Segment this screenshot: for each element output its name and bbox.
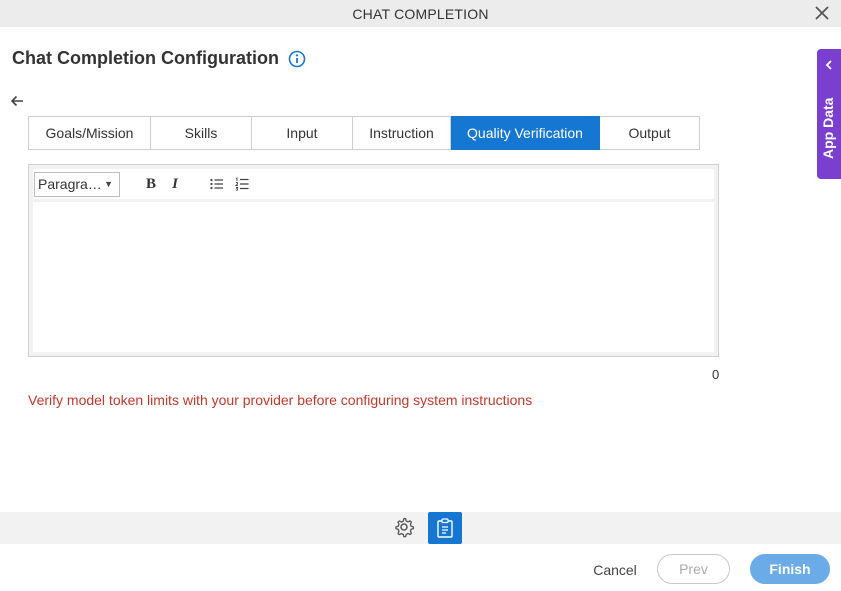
tab-instruction[interactable]: Instruction bbox=[353, 116, 451, 150]
editor-toolbar: Paragra… ▼ B I bbox=[33, 169, 714, 199]
app-data-panel-toggle[interactable]: App Data bbox=[817, 49, 841, 179]
bold-button[interactable]: B bbox=[140, 173, 162, 195]
tab-output[interactable]: Output bbox=[600, 116, 700, 150]
cancel-button[interactable]: Cancel bbox=[588, 560, 642, 580]
format-select-value: Paragra… bbox=[38, 176, 102, 192]
dialog-titlebar: CHAT COMPLETION bbox=[0, 0, 841, 27]
character-count: 0 bbox=[712, 367, 720, 382]
bullet-list-button[interactable] bbox=[206, 173, 228, 195]
caret-down-icon: ▼ bbox=[104, 179, 113, 189]
dialog-title: CHAT COMPLETION bbox=[352, 5, 489, 22]
tab-quality-verification[interactable]: Quality Verification bbox=[451, 116, 600, 150]
tab-label: Instruction bbox=[369, 125, 434, 141]
editor-content-area[interactable] bbox=[33, 202, 714, 352]
document-view-button[interactable] bbox=[428, 512, 462, 544]
page-title: Chat Completion Configuration bbox=[12, 48, 279, 68]
paragraph-format-select[interactable]: Paragra… ▼ bbox=[34, 171, 120, 197]
tab-skills[interactable]: Skills bbox=[151, 116, 252, 150]
tab-label: Input bbox=[286, 125, 318, 141]
tab-input[interactable]: Input bbox=[252, 116, 353, 150]
bold-icon: B bbox=[145, 175, 156, 192]
gear-icon[interactable] bbox=[393, 516, 415, 538]
tab-label: Goals/Mission bbox=[45, 125, 134, 141]
arrow-left-icon[interactable] bbox=[9, 93, 25, 109]
app-data-label: App Data bbox=[820, 97, 836, 159]
finish-button[interactable]: Finish bbox=[750, 554, 830, 584]
italic-button[interactable]: I bbox=[164, 173, 186, 195]
chevron-left-icon bbox=[825, 60, 832, 70]
numbered-list-button[interactable] bbox=[231, 173, 253, 195]
close-icon[interactable] bbox=[813, 4, 831, 22]
bullet-list-icon bbox=[210, 178, 223, 190]
rich-text-editor: Paragra… ▼ B I bbox=[28, 164, 719, 357]
prev-button[interactable]: Prev bbox=[657, 554, 730, 584]
numbered-list-icon bbox=[235, 177, 249, 191]
info-icon[interactable] bbox=[288, 50, 306, 68]
tab-label: Skills bbox=[184, 125, 218, 141]
italic-icon: I bbox=[172, 175, 178, 192]
tab-label: Quality Verification bbox=[467, 125, 583, 141]
tab-goals-mission[interactable]: Goals/Mission bbox=[28, 116, 151, 150]
page-header: Chat Completion Configuration bbox=[12, 48, 306, 69]
token-limit-warning: Verify model token limits with your prov… bbox=[28, 392, 533, 408]
bottom-action-bar bbox=[0, 512, 841, 544]
tab-label: Output bbox=[628, 125, 671, 141]
tab-bar: Goals/Mission Skills Input Instruction Q… bbox=[28, 116, 700, 150]
document-icon bbox=[437, 518, 453, 538]
